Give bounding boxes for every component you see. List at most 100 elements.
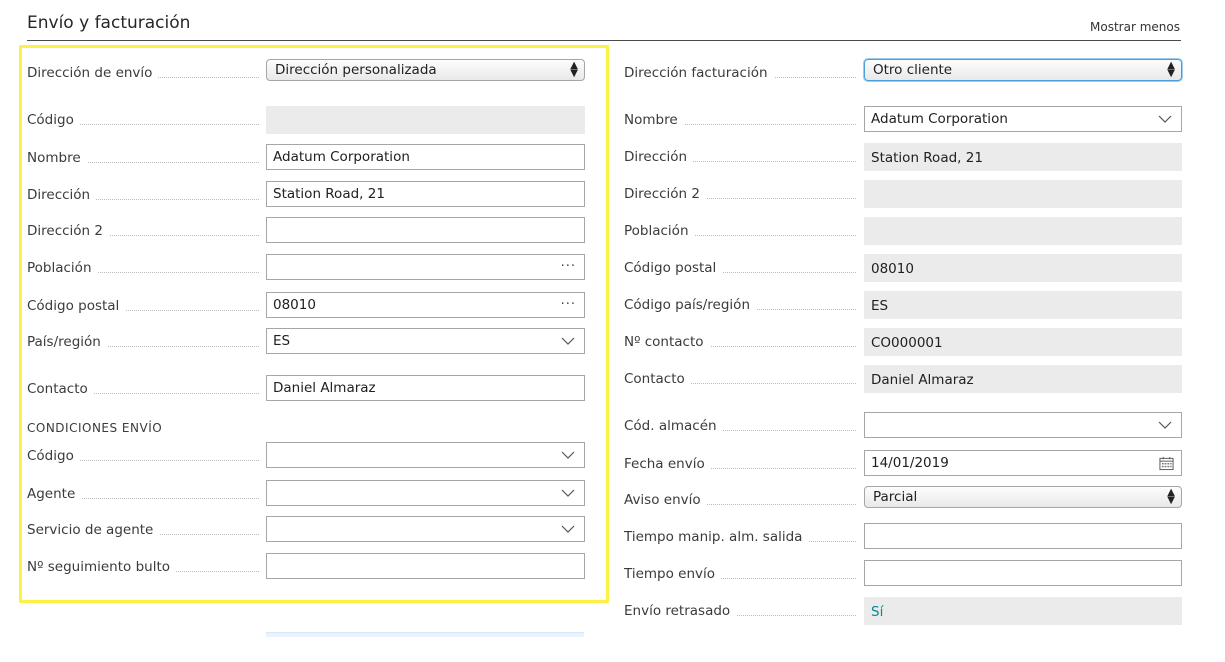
address2-input[interactable] (266, 217, 585, 243)
row-ship-advice: Aviso envío Parcial ▲ ▼ (624, 486, 1182, 514)
row-location: Cód. almacén (624, 412, 1182, 440)
ship-date-label: Fecha envío (624, 456, 711, 472)
row-bill-contact: Contacto Daniel Almaraz (624, 365, 1182, 393)
row-name: Nombre Adatum Corporation (27, 144, 585, 172)
row-bill-address2: Dirección 2 (624, 180, 1182, 208)
bill-contact-no-label: Nº contacto (624, 334, 710, 350)
bill-post-code-field: 08010 (864, 254, 1182, 282)
ship-to-select[interactable]: Dirección personalizada ▲ ▼ (266, 59, 585, 81)
bill-city-field (864, 217, 1182, 245)
row-bill-post-code: Código postal 08010 (624, 254, 1182, 282)
ship-to-label: Dirección de envío (27, 65, 159, 81)
row-ship-date: Fecha envío 14/01/2019 (624, 450, 1182, 478)
name-input[interactable]: Adatum Corporation (266, 144, 585, 170)
ship-advice-value: Parcial (873, 489, 918, 505)
row-contact: Contacto Daniel Almaraz (27, 375, 585, 403)
ship-to-value: Dirección personalizada (275, 62, 437, 78)
bill-to-value: Otro cliente (873, 62, 953, 78)
handling-time-input[interactable] (864, 523, 1182, 549)
post-code-value: 08010 (273, 297, 316, 313)
chevron-down-icon (561, 525, 575, 533)
country-dropdown[interactable]: ES (266, 328, 585, 354)
post-code-input[interactable]: 08010 ··· (266, 292, 585, 318)
shipping-time-label: Tiempo envío (624, 566, 722, 582)
post-code-label: Código postal (27, 298, 126, 314)
chevron-down-icon (1158, 115, 1172, 123)
city-label: Población (27, 260, 98, 276)
chevron-down-icon (561, 337, 575, 345)
contact-label: Contacto (27, 381, 94, 397)
agent-service-label: Servicio de agente (27, 522, 160, 538)
bill-country-label: Código país/región (624, 297, 756, 313)
agent-label: Agente (27, 486, 82, 502)
location-dropdown[interactable] (864, 412, 1182, 438)
late-value[interactable]: Sí (871, 604, 883, 620)
bill-contact-field: Daniel Almaraz (864, 365, 1182, 393)
row-address: Dirección Station Road, 21 (27, 181, 585, 209)
row-shipping-time: Tiempo envío (624, 560, 1182, 588)
row-handling-time: Tiempo manip. alm. salida (624, 523, 1182, 551)
code-field (266, 106, 585, 134)
row-late: Envío retrasado Sí (624, 597, 1182, 625)
address-label: Dirección (27, 187, 97, 203)
chevron-down-icon (561, 451, 575, 459)
handling-time-label: Tiempo manip. alm. salida (624, 529, 809, 545)
row-country: País/región ES (27, 328, 585, 356)
location-label: Cód. almacén (624, 418, 723, 434)
city-input[interactable]: ··· (266, 254, 585, 280)
bill-name-value: Adatum Corporation (871, 111, 1008, 127)
show-less-link[interactable]: Mostrar menos (1090, 20, 1180, 34)
ship-date-input[interactable]: 14/01/2019 (864, 450, 1182, 476)
partial-field (266, 632, 584, 637)
row-city: Población ··· (27, 254, 585, 282)
agent-service-dropdown[interactable] (266, 516, 585, 542)
bill-contact-no-field: CO000001 (864, 328, 1182, 356)
chevron-down-icon (1158, 421, 1172, 429)
row-agent: Agente (27, 480, 585, 508)
late-label: Envío retrasado (624, 603, 737, 619)
ellipsis-icon[interactable]: ··· (561, 293, 576, 317)
row-address2: Dirección 2 (27, 217, 585, 245)
bill-address-label: Dirección (624, 149, 694, 165)
bill-name-dropdown[interactable]: Adatum Corporation (864, 106, 1182, 132)
row-bill-name: Nombre Adatum Corporation (624, 106, 1182, 134)
updown-arrows-icon: ▲ ▼ (1167, 487, 1175, 506)
bill-address2-field (864, 180, 1182, 208)
agent-dropdown[interactable] (266, 480, 585, 506)
title-divider (27, 40, 1181, 41)
contact-input[interactable]: Daniel Almaraz (266, 375, 585, 401)
tracking-input[interactable] (266, 553, 585, 579)
bill-to-select[interactable]: Otro cliente ▲ ▼ (864, 59, 1182, 81)
row-bill-to: Dirección facturación Otro cliente ▲ ▼ (624, 59, 1182, 87)
calendar-icon[interactable] (1159, 456, 1174, 471)
row-tracking: Nº seguimiento bulto (27, 553, 585, 581)
updown-arrows-icon: ▲ ▼ (570, 60, 578, 79)
bill-address2-label: Dirección 2 (624, 186, 706, 202)
country-value: ES (273, 333, 291, 349)
bill-name-label: Nombre (624, 112, 684, 128)
bill-to-label: Dirección facturación (624, 65, 774, 81)
bill-contact-label: Contacto (624, 371, 691, 387)
shipping-conditions-heading: CONDICIONES ENVÍO (27, 421, 163, 435)
address-input[interactable]: Station Road, 21 (266, 181, 585, 207)
cond-code-dropdown[interactable] (266, 442, 585, 468)
name-label: Nombre (27, 150, 87, 166)
ellipsis-icon[interactable]: ··· (561, 255, 576, 279)
ship-advice-select[interactable]: Parcial ▲ ▼ (864, 486, 1182, 508)
shipping-time-input[interactable] (864, 560, 1182, 586)
chevron-down-icon (561, 489, 575, 497)
code-label: Código (27, 112, 80, 128)
row-bill-address: Dirección Station Road, 21 (624, 143, 1182, 171)
row-agent-service: Servicio de agente (27, 516, 585, 544)
ship-date-value: 14/01/2019 (871, 455, 949, 471)
row-code: Código (27, 106, 585, 134)
cond-code-label: Código (27, 448, 80, 464)
row-cond-code: Código (27, 442, 585, 470)
row-bill-city: Población (624, 217, 1182, 245)
country-label: País/región (27, 334, 107, 350)
updown-arrows-icon: ▲ ▼ (1167, 60, 1175, 79)
bill-city-label: Población (624, 223, 695, 239)
bill-post-code-label: Código postal (624, 260, 723, 276)
row-ship-to: Dirección de envío Dirección personaliza… (27, 59, 585, 87)
bill-address-field: Station Road, 21 (864, 143, 1182, 171)
